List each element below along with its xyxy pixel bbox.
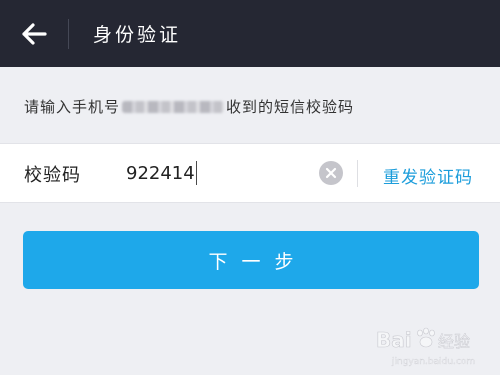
svg-text:经验: 经验 [438,332,470,351]
top-navigation-bar: 身份验证 [0,0,500,67]
clear-code-button[interactable] [319,161,343,185]
resend-divider [357,160,358,187]
header-divider [68,18,69,49]
hint-prefix: 请输入手机号 [24,98,121,116]
arrow-left-icon [22,22,47,45]
resend-code-link[interactable]: 重发验证码 [383,163,473,188]
page-title: 身份验证 [93,24,182,46]
code-value: 922414 [126,162,195,184]
baidu-jingyan-watermark: Bai 经验 jingyan.baidu.com [376,327,475,367]
verification-code-input[interactable]: 922414 [126,159,306,187]
text-caret [195,161,197,185]
masked-phone-number [122,100,225,113]
verification-code-row: 校验码 922414 重发验证码 [0,143,500,203]
back-button[interactable] [0,0,68,67]
next-step-button[interactable]: 下一步 [23,231,479,289]
svg-text:jingyan.baidu.com: jingyan.baidu.com [391,357,475,367]
code-field-label: 校验码 [24,165,81,186]
hint-suffix: 收到的短信校验码 [226,98,355,116]
clear-x-icon [325,167,337,179]
svg-text:Bai: Bai [376,328,412,352]
sms-code-hint: 请输入手机号 收到的短信校验码 [24,96,354,117]
